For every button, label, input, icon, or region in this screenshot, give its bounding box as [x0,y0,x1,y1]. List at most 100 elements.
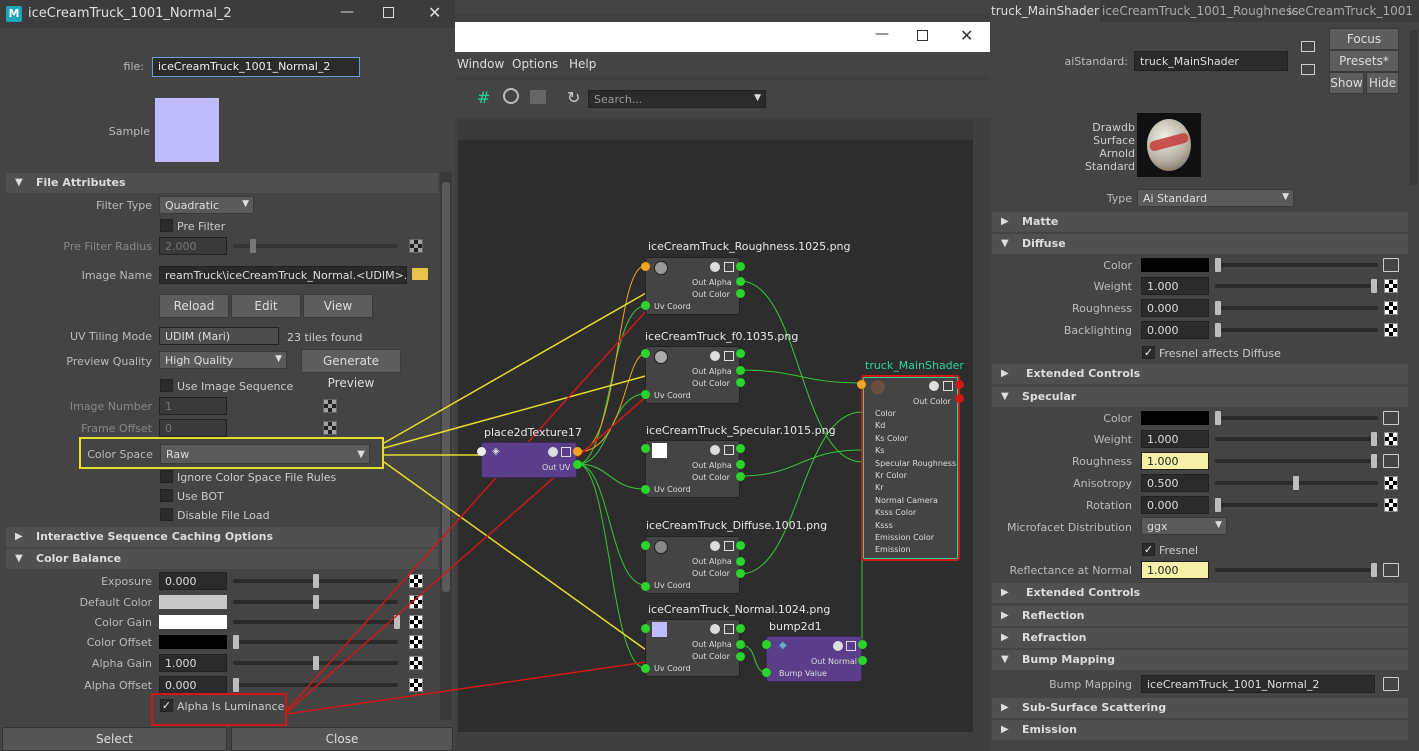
rotation-field[interactable]: 0.000 [1141,496,1209,514]
spec-roughness-field[interactable]: 1.000 [1141,452,1209,470]
diffuse-color-swatch[interactable] [1141,258,1209,272]
spec-color-swatch[interactable] [1141,411,1209,425]
port-dot[interactable] [641,541,650,550]
port-dot[interactable] [641,624,650,633]
port-dot[interactable] [736,624,745,633]
anisotropy-knob[interactable] [1293,476,1299,490]
port-dot[interactable] [641,301,650,310]
map-icon[interactable] [1384,498,1398,512]
diffuse-weight-knob[interactable] [1371,279,1377,293]
port-dot[interactable] [736,444,745,453]
port-dot[interactable] [736,366,745,375]
fresnel-checkbox[interactable]: ✓ [1142,543,1155,556]
map-icon[interactable] [1384,432,1398,446]
port-dot[interactable] [762,668,771,677]
rotation-knob[interactable] [1215,498,1221,512]
port-dot[interactable] [762,640,771,649]
spec-weight-field[interactable]: 1.000 [1141,430,1209,448]
backlighting-knob[interactable] [1215,323,1221,337]
map-link-icon[interactable] [1383,454,1399,468]
port-dot[interactable] [858,656,867,665]
diffuse-roughness-knob[interactable] [1215,301,1221,315]
node-roughness[interactable]: Out Alpha Out Color Uv Coord [645,257,740,315]
port-dot[interactable] [736,289,745,298]
refraction-header[interactable]: ▶ Refraction [992,628,1408,648]
port-dot[interactable] [736,262,745,271]
spec-color-knob[interactable] [1215,411,1221,425]
fresnel-affects-diffuse-checkbox[interactable]: ✓ [1142,346,1155,359]
node-diffuse[interactable]: Out Alpha Out Color Uv Coord [645,536,740,594]
type-dropdown[interactable]: Ai Standard ▼ [1137,189,1294,207]
input-connection-icon[interactable] [1301,41,1315,52]
node-name-field[interactable]: truck_MainShader [1134,51,1288,71]
port-dot[interactable] [736,557,745,566]
matte-header[interactable]: ▶ Matte [992,212,1408,232]
diffuse-weight-slider[interactable] [1215,284,1378,288]
show-button[interactable]: Show [1329,72,1364,94]
node-specular[interactable]: Out Alpha Out Color Uv Coord [645,440,740,498]
port-dot[interactable] [477,447,486,456]
specular-header[interactable]: ▼ Specular [992,387,1408,407]
port-dot[interactable] [736,569,745,578]
right-scrollbar[interactable] [1410,30,1418,185]
presets-button[interactable]: Presets* [1329,50,1399,72]
map-icon[interactable] [1384,279,1398,293]
tab-main-shader[interactable]: truck_MainShader [990,0,1100,22]
spec-weight-knob[interactable] [1371,432,1377,446]
tab-roughness[interactable]: iceCreamTruck_1001_Roughness [1102,0,1298,22]
spec-color-slider[interactable] [1215,416,1378,420]
port-dot[interactable] [858,640,867,649]
map-link-icon[interactable] [1383,677,1399,691]
node-shader[interactable]: Out Color Color Kd Ks Color Ks Specular … [861,375,960,561]
map-link-icon[interactable] [1383,563,1399,577]
port-dot[interactable] [641,582,650,591]
map-icon[interactable] [1384,476,1398,490]
diffuse-color-knob[interactable] [1215,258,1221,272]
node-f0[interactable]: Out Alpha Out Color Uv Coord [645,346,740,404]
port-dot[interactable] [736,640,745,649]
backlighting-slider[interactable] [1215,328,1378,332]
port-dot[interactable] [736,349,745,358]
extended-controls-header-2[interactable]: ▶ Extended Controls [992,583,1408,603]
sss-header[interactable]: ▶ Sub-Surface Scattering [992,698,1408,718]
anisotropy-field[interactable]: 0.500 [1141,474,1209,492]
diffuse-roughness-field[interactable]: 0.000 [1141,299,1209,317]
extended-controls-header[interactable]: ▶ Extended Controls [992,364,1408,384]
port-dot[interactable] [736,652,745,661]
port-dot[interactable] [641,349,650,358]
port-dot[interactable] [641,262,650,271]
diffuse-color-slider[interactable] [1215,263,1378,267]
port-dot[interactable] [641,444,650,453]
tab-texture[interactable]: iceCreamTruck_1001 [1282,0,1419,22]
port-dot[interactable] [641,664,650,673]
port-dot[interactable] [573,447,582,456]
emission-header[interactable]: ▶ Emission [992,720,1408,740]
map-link-icon[interactable] [1383,258,1399,272]
backlighting-field[interactable]: 0.000 [1141,321,1209,339]
port-dot[interactable] [857,380,866,389]
spec-roughness-slider[interactable] [1215,459,1378,463]
port-dot[interactable] [736,460,745,469]
node-place2d[interactable]: ◈ Out UV [481,442,577,478]
spec-weight-slider[interactable] [1215,437,1378,441]
bump-mapping-field[interactable]: iceCreamTruck_1001_Normal_2 [1141,675,1375,693]
spec-roughness-knob[interactable] [1371,454,1377,468]
reflectance-knob[interactable] [1371,563,1377,577]
reflectance-field[interactable]: 1.000 [1141,561,1209,579]
diffuse-roughness-slider[interactable] [1215,306,1378,310]
diffuse-header[interactable]: ▼ Diffuse [992,234,1408,254]
node-normal[interactable]: Out Alpha Out Color Uv Coord [645,619,740,677]
map-link-icon[interactable] [1383,411,1399,425]
hide-button[interactable]: Hide [1366,72,1399,94]
output-connection-icon[interactable] [1301,64,1315,75]
reflectance-slider[interactable] [1215,568,1378,572]
rotation-slider[interactable] [1215,503,1378,507]
port-dot[interactable] [641,390,650,399]
port-dot[interactable] [641,485,650,494]
bump-mapping-header[interactable]: ▼ Bump Mapping [992,650,1408,670]
port-dot[interactable] [736,541,745,550]
port-dot[interactable] [736,378,745,387]
port-dot[interactable] [955,380,964,389]
port-dot[interactable] [736,472,745,481]
port-dot[interactable] [573,460,582,469]
